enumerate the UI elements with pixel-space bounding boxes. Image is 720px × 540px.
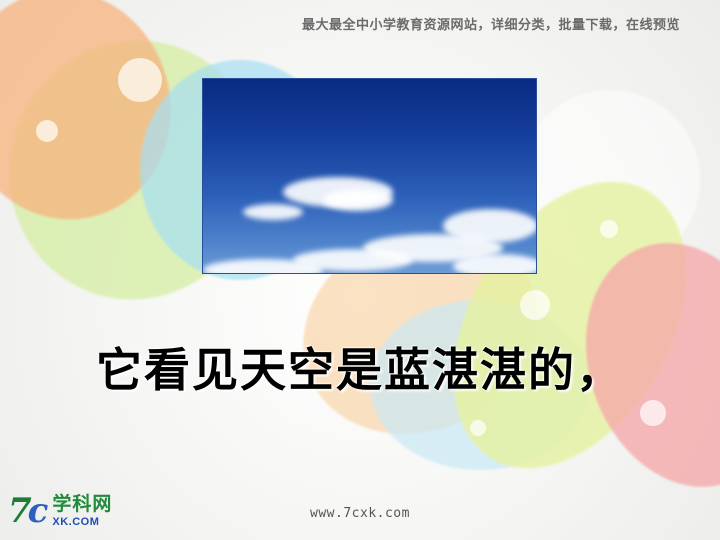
- bubble: [470, 420, 486, 436]
- sky-photo: [202, 78, 537, 274]
- bubble: [600, 220, 618, 238]
- bubble: [640, 400, 666, 426]
- cloud: [453, 254, 536, 273]
- bubble: [36, 120, 58, 142]
- cloud: [243, 204, 303, 220]
- slide: 最大最全中小学教育资源网站，详细分类，批量下载，在线预览 它看见天空是蓝湛湛的，…: [0, 0, 720, 540]
- cloud: [323, 189, 393, 211]
- footer-url: www.7cxk.com: [310, 506, 410, 521]
- bubble: [520, 290, 550, 320]
- site-tagline: 最大最全中小学教育资源网站，详细分类，批量下载，在线预览: [301, 18, 680, 33]
- cloud: [203, 259, 323, 273]
- slide-caption: 它看见天空是蓝湛湛的，: [96, 343, 624, 397]
- bubble: [118, 58, 162, 102]
